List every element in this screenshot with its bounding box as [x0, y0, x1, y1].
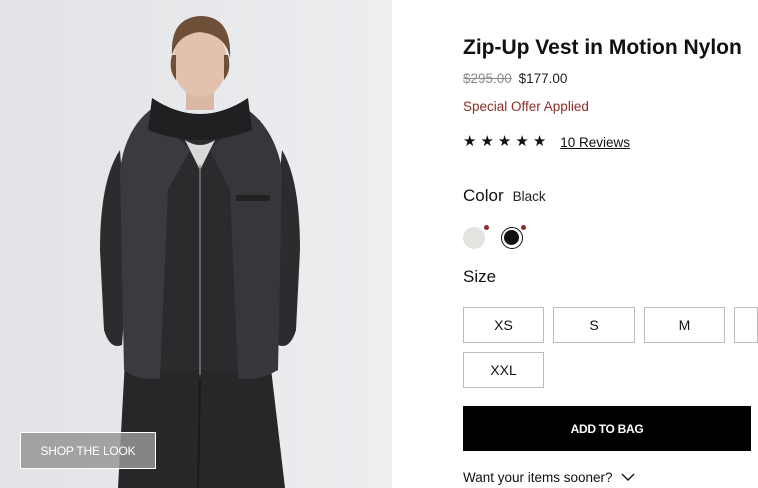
color-swatch-ivory[interactable] — [463, 227, 485, 249]
size-option-m[interactable]: M — [644, 307, 725, 343]
star-icon: ★ — [480, 133, 494, 150]
product-image[interactable]: SHOP THE LOOK — [0, 0, 392, 488]
swatch-offer-dot — [521, 225, 526, 230]
size-option-xxl[interactable]: XXL — [463, 352, 544, 388]
star-icon: ★ — [515, 133, 529, 150]
reviews-link[interactable]: 10 Reviews — [560, 135, 630, 150]
swatch-black-fill — [504, 230, 519, 245]
size-option-xs[interactable]: XS — [463, 307, 544, 343]
selected-color-value: Black — [512, 189, 546, 204]
star-rating: ★ ★ ★ ★ ★ — [463, 133, 546, 151]
star-icon: ★ — [463, 133, 477, 150]
product-info-panel: Zip-Up Vest in Motion Nylon $295.00 $177… — [463, 0, 758, 488]
color-swatch-black[interactable] — [501, 227, 523, 249]
swatch-offer-dot — [484, 225, 489, 230]
sale-price: $177.00 — [518, 71, 568, 86]
rating-row: ★ ★ ★ ★ ★ 10 Reviews — [463, 133, 630, 151]
size-option-l[interactable] — [734, 307, 758, 343]
want-items-sooner-label: Want your items sooner? — [463, 470, 613, 485]
star-icon: ★ — [497, 133, 512, 150]
size-option-s[interactable]: S — [553, 307, 635, 343]
add-to-bag-button[interactable]: ADD TO BAG — [463, 406, 751, 451]
color-row: Color Black — [463, 186, 546, 206]
special-offer-text: Special Offer Applied — [463, 99, 589, 114]
product-title: Zip-Up Vest in Motion Nylon — [463, 36, 742, 59]
star-icon: ★ — [532, 133, 547, 150]
color-label: Color — [463, 186, 504, 205]
model-photo-illustration — [0, 0, 392, 488]
price-block: $295.00 $177.00 — [463, 71, 567, 86]
size-label: Size — [463, 267, 497, 286]
original-price: $295.00 — [463, 71, 512, 86]
want-items-sooner-toggle[interactable]: Want your items sooner? — [463, 470, 635, 485]
chevron-down-icon — [621, 473, 635, 481]
shop-the-look-button[interactable]: SHOP THE LOOK — [20, 432, 156, 469]
